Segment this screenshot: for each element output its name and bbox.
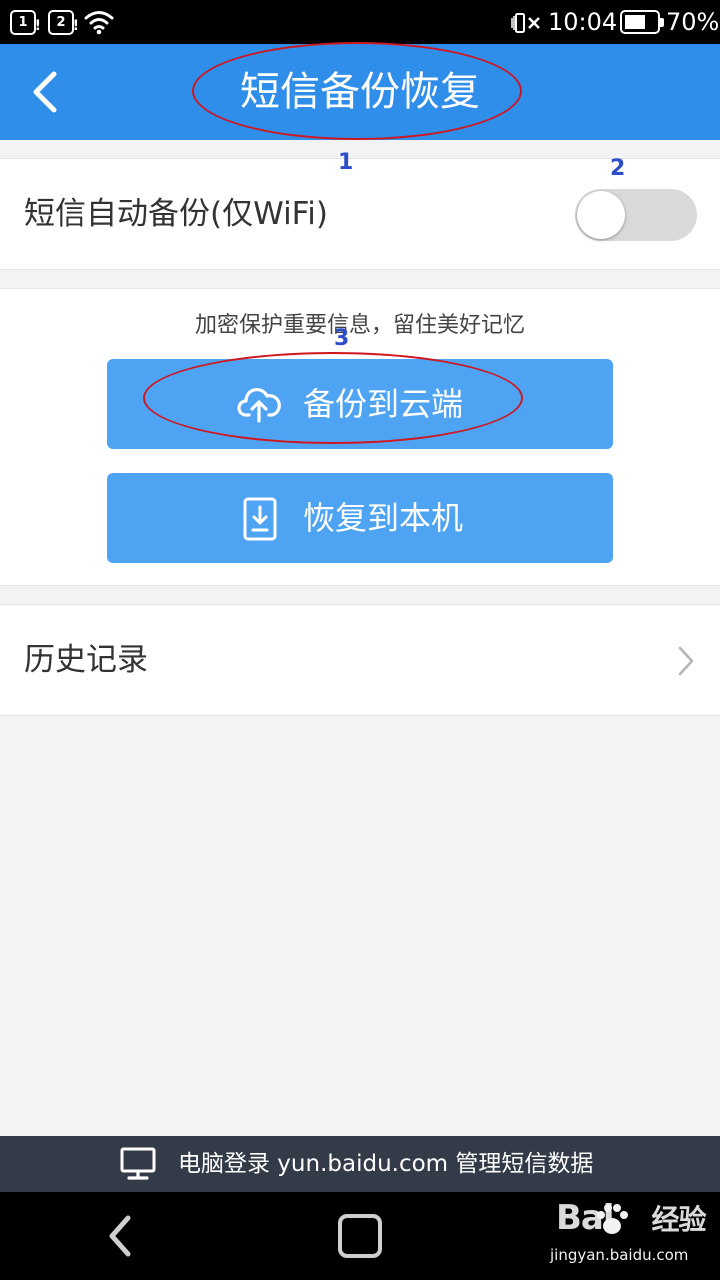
sim2-number: 2 xyxy=(56,15,66,30)
annotation-number-2: 2 xyxy=(610,156,626,181)
pc-login-banner[interactable]: 电脑登录 yun.baidu.com 管理短信数据 xyxy=(0,1136,720,1192)
sim2-alert: ! xyxy=(72,18,79,34)
annotation-number-3: 3 xyxy=(334,326,350,351)
monitor-icon xyxy=(120,1147,156,1180)
banner-text: 电脑登录 yun.baidu.com 管理短信数据 xyxy=(178,1151,594,1177)
wifi-icon xyxy=(84,11,114,35)
status-bar: 1 ! 2 ! 10:04 70% xyxy=(0,0,720,44)
battery-fill xyxy=(625,15,645,29)
vibrate-mute-icon xyxy=(511,13,540,33)
annotation-ellipse-title xyxy=(192,42,522,140)
annotation-ellipse-cloud xyxy=(143,352,523,444)
system-nav-bar: Bai 经验 jingyan.baidu.com xyxy=(0,1192,720,1280)
watermark-logo: Bai 经验 xyxy=(556,1198,707,1238)
nav-home-icon[interactable] xyxy=(338,1214,382,1258)
sim1-icon: 1 ! xyxy=(10,10,41,35)
backup-tagline: 加密保护重要信息，留住美好记忆 xyxy=(194,313,525,338)
chevron-right-icon xyxy=(678,646,694,676)
clock: 10:04 xyxy=(548,8,618,36)
history-label: 历史记录 xyxy=(24,642,148,678)
nav-back-icon[interactable] xyxy=(104,1212,136,1260)
annotation-number-1: 1 xyxy=(338,150,354,175)
auto-backup-toggle[interactable] xyxy=(575,189,697,241)
battery-percent: 70% xyxy=(666,8,720,36)
restore-to-device-button[interactable]: 恢复到本机 xyxy=(107,473,613,563)
restore-button-label: 恢复到本机 xyxy=(303,499,464,537)
paw-icon xyxy=(597,1204,628,1234)
phone-download-icon xyxy=(243,497,277,541)
battery-icon xyxy=(620,10,664,34)
sim1-number: 1 xyxy=(18,15,28,30)
history-row[interactable]: 历史记录 xyxy=(0,604,720,716)
toggle-knob xyxy=(577,191,625,239)
watermark-url: jingyan.baidu.com xyxy=(550,1246,689,1264)
baidu-jingyan-watermark: Bai 经验 jingyan.baidu.com xyxy=(550,1196,716,1276)
sim1-alert: ! xyxy=(34,18,41,34)
auto-backup-label: 短信自动备份(仅WiFi) xyxy=(24,196,328,232)
sim2-icon: 2 ! xyxy=(48,10,79,35)
